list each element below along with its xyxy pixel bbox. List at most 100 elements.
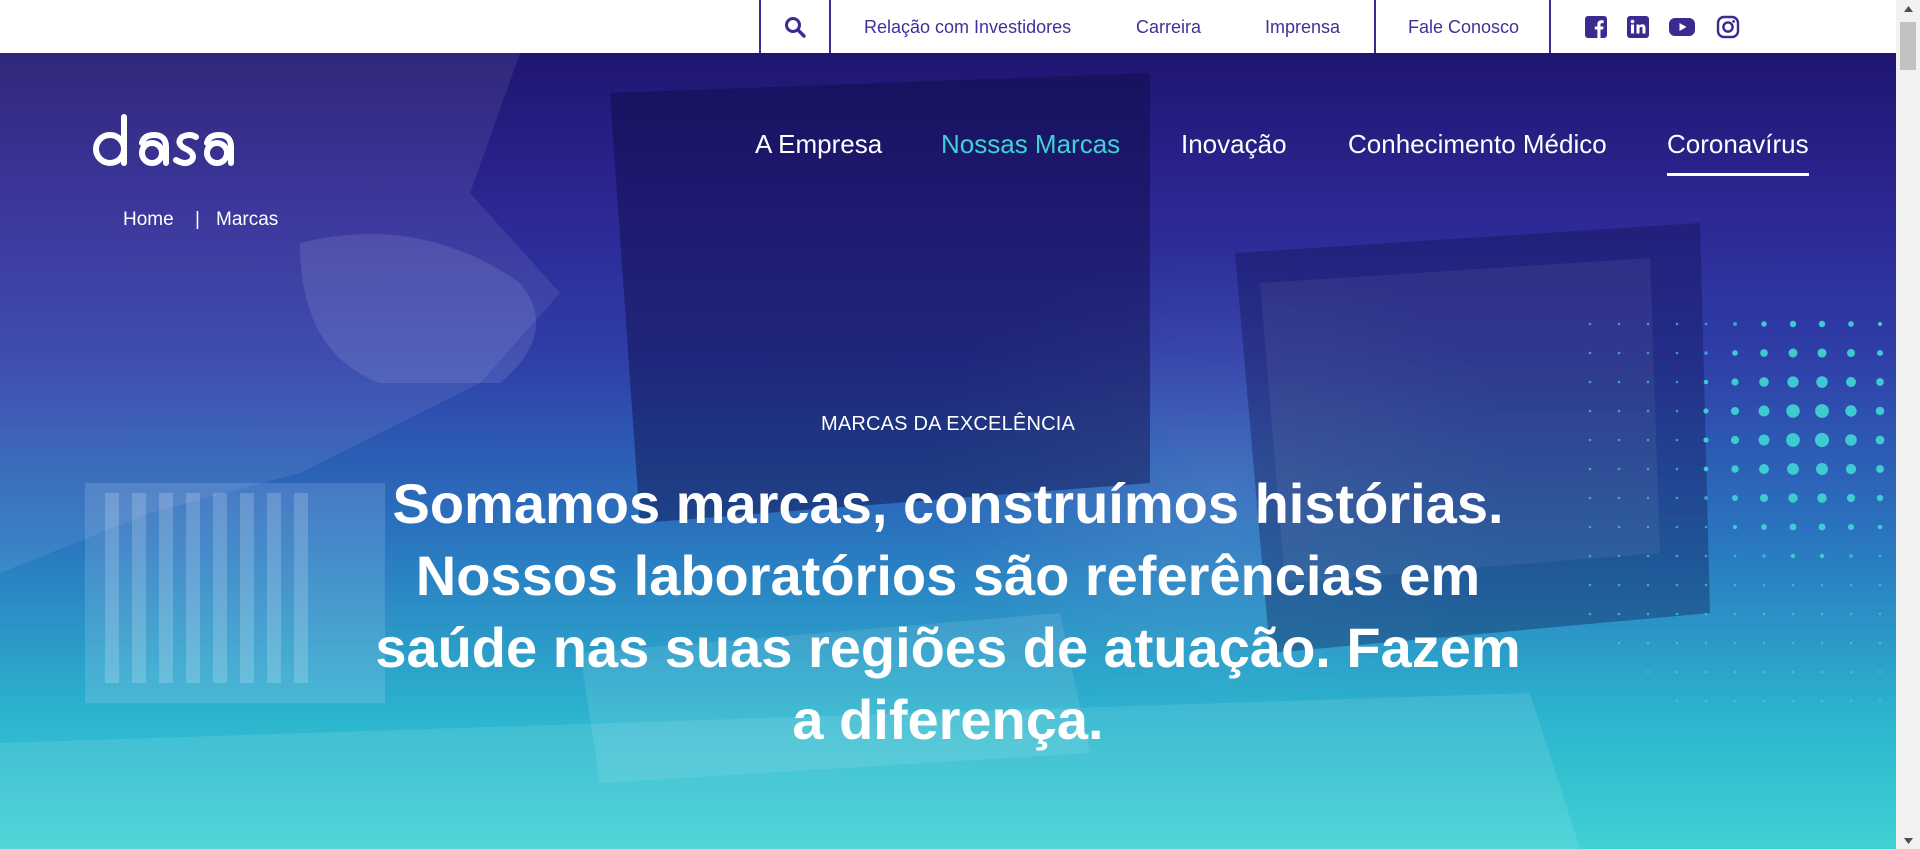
decorative-dot [1820,670,1824,674]
youtube-icon[interactable] [1668,15,1696,39]
decorative-dot [1762,612,1766,616]
decorative-dot [1788,348,1798,358]
nav-item-coronavirus[interactable]: Coronavírus [1667,129,1809,176]
decorative-dot [1617,612,1621,616]
decorative-dot [1875,435,1885,445]
decorative-dot [1675,351,1679,355]
decorative-dot [1588,409,1592,413]
decorative-dot [1849,699,1853,703]
decorative-dot [1646,467,1650,471]
nav-item-nossas-marcas[interactable]: Nossas Marcas [941,129,1120,169]
decorative-dot [1788,493,1798,503]
divider [829,0,831,53]
decorative-dot [1733,612,1737,616]
decorative-dot [1818,523,1826,531]
decorative-dot [1791,612,1795,616]
decorative-dot [1703,437,1709,443]
headline-line: a diferença. [792,688,1104,751]
decorative-dot [1820,641,1824,645]
decorative-dot [1617,467,1621,471]
instagram-icon[interactable] [1716,15,1740,39]
decorative-dot [1588,612,1592,616]
decorative-dot [1762,670,1766,674]
decorative-dot [1789,320,1797,328]
decorative-dot [1646,554,1650,558]
decorative-dot [1588,467,1592,471]
decorative-dot [1704,612,1708,616]
decorative-dot [1675,612,1679,616]
decorative-dot-pattern [1588,320,1885,703]
dasa-logo[interactable]: dasa [92,113,244,169]
nav-item-conhecimento-medico[interactable]: Conhecimento Médico [1348,129,1607,169]
decorative-dot [1761,321,1767,327]
scroll-up-button[interactable] [1896,0,1920,17]
decorative-dot [1849,641,1853,645]
decorative-dot [1791,583,1795,587]
decorative-dot [1588,322,1592,326]
decorative-dot [1816,376,1828,388]
decorative-dot [1817,348,1827,358]
headline-line: saúde nas suas regiões de atuação. Fazem [375,616,1521,679]
contact-link[interactable]: Fale Conosco [1408,0,1519,53]
decorative-dot [1787,376,1799,388]
decorative-dot [1791,641,1795,645]
decorative-dot [1733,670,1737,674]
decorative-dot [1848,321,1854,327]
decorative-dot [1876,465,1884,473]
decorative-dot [1617,351,1621,355]
facebook-icon[interactable] [1584,15,1608,39]
hero-banner: dasa A Empresa Nossas Marcas Inovação Co… [0,53,1896,849]
decorative-dot [1617,583,1621,587]
decorative-dot [1791,699,1795,703]
divider [1374,0,1376,53]
decorative-dot [1703,466,1709,472]
decorative-dot [1704,351,1708,355]
decorative-dot [1846,377,1856,387]
decorative-dot [1790,553,1796,559]
decorative-dot [1877,321,1883,327]
decorative-dot [1847,349,1855,357]
nav-item-a-empresa[interactable]: A Empresa [755,129,882,169]
search-button[interactable] [761,0,829,53]
hero-eyebrow: MARCAS DA EXCELÊNCIA [820,413,1076,435]
press-link[interactable]: Imprensa [1265,0,1340,53]
decorative-dot [1759,493,1769,503]
decorative-dot [1646,380,1650,384]
breadcrumb-separator: | [195,209,200,230]
decorative-dot [1675,380,1679,384]
decorative-dot [1675,699,1679,703]
breadcrumb-home[interactable]: Home [123,209,174,231]
decorative-dot [1646,670,1650,674]
decorative-dot [1675,322,1679,326]
decorative-dot [1733,322,1737,326]
decorative-dot [1732,524,1738,530]
utility-bar: Relação com Investidores Carreira Impren… [0,0,1896,53]
scroll-down-button[interactable] [1896,832,1920,849]
decorative-dot [1787,463,1799,475]
decorative-dot [1759,464,1769,474]
careers-link[interactable]: Carreira [1136,0,1201,53]
nav-item-inovacao[interactable]: Inovação [1181,129,1287,169]
decorative-dot [1849,554,1853,558]
decorative-dot [1675,467,1679,471]
headline-line: Nossos laboratórios são referências em [415,544,1481,607]
decorative-dot [1730,435,1740,445]
page-scrollbar[interactable] [1896,0,1920,849]
linkedin-icon[interactable] [1626,15,1650,39]
arrow-up-icon [1903,5,1913,12]
decorative-dot [1731,494,1739,502]
decorative-dot [1646,525,1650,529]
decorative-dot [1703,379,1709,385]
decorative-dot [1588,496,1592,500]
decorative-dot [1761,524,1767,530]
decorative-dot [1646,438,1650,442]
investor-relations-link[interactable]: Relação com Investidores [864,0,1071,53]
decorative-dot [1878,612,1882,616]
decorative-dot [1876,378,1884,386]
scrollbar-thumb[interactable] [1900,22,1916,70]
decorative-dot [1646,583,1650,587]
decorative-dot [1704,496,1708,500]
decorative-dot [1588,554,1592,558]
decorative-dot [1646,351,1650,355]
decorative-dot [1675,583,1679,587]
